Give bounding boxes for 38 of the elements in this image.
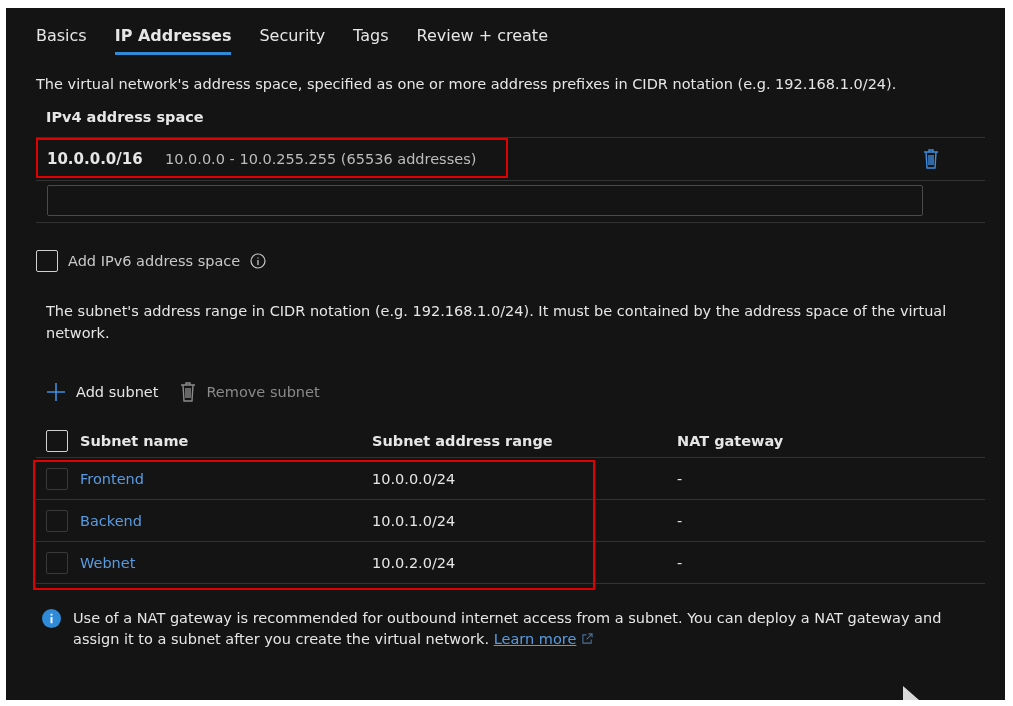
subnet-link[interactable]: Frontend xyxy=(80,470,144,487)
table-cell-text: - xyxy=(677,470,684,487)
column-header: NAT gateway xyxy=(677,432,785,449)
info-message: Use of a NAT gateway is recommended for outbound internet access from a subnet. You can deploy a NAT gateway and assign it to a subnet after you create the virtual network. Learn more xyxy=(73,609,943,649)
column-heading: IPv4 address space xyxy=(46,109,205,127)
column-header: Subnet name xyxy=(80,432,189,449)
trash-icon xyxy=(923,149,939,169)
trash-icon xyxy=(180,382,197,402)
table-cell-text: - xyxy=(677,554,684,571)
subnet-link[interactable]: Webnet xyxy=(80,554,136,571)
info-icon xyxy=(250,253,267,269)
address-range: 10.0.0.0 - 10.0.255.255 (65536 addresses) xyxy=(165,151,478,167)
cursor-icon xyxy=(903,686,919,700)
input-field[interactable] xyxy=(47,185,923,216)
external-link-icon xyxy=(582,633,594,644)
table-cell-text: - xyxy=(677,512,684,529)
table-cell-text: 10.0.1.0/24 xyxy=(372,512,457,529)
tab[interactable]: Tags xyxy=(353,26,389,55)
table-cell-text: 10.0.0.0/24 xyxy=(372,470,457,487)
checkbox[interactable] xyxy=(46,467,68,490)
plus-icon xyxy=(46,382,66,402)
add-button[interactable]: Add subnet xyxy=(46,382,159,402)
address-space-description: The virtual network's address space, specified as one or more address prefixes in CIDR notation (e.g. 192.168.1.0/24). xyxy=(36,75,898,94)
column-header: Subnet address range xyxy=(372,432,554,449)
info-icon xyxy=(42,609,61,628)
checkbox[interactable] xyxy=(46,509,68,532)
tab[interactable]: Security xyxy=(259,26,326,55)
tab[interactable]: IP Addresses xyxy=(114,26,232,55)
checkbox[interactable] xyxy=(46,551,68,574)
tab[interactable]: Basics xyxy=(36,26,87,55)
learn-more-link[interactable]: Learn more xyxy=(493,631,577,647)
tab[interactable]: Review + create xyxy=(416,26,548,55)
delete-button[interactable] xyxy=(923,149,939,169)
subnet-description: The subnet's address range in CIDR notation (e.g. 192.168.1.0/24). It must be contained by the address space of the virtual network. xyxy=(45,302,948,343)
table-cell-text: 10.0.2.0/24 xyxy=(372,554,457,571)
address-prefix: 10.0.0.0/16 xyxy=(47,150,144,168)
subnet-link[interactable]: Backend xyxy=(80,512,142,529)
checkbox-label: Add IPv6 address space xyxy=(68,253,241,269)
